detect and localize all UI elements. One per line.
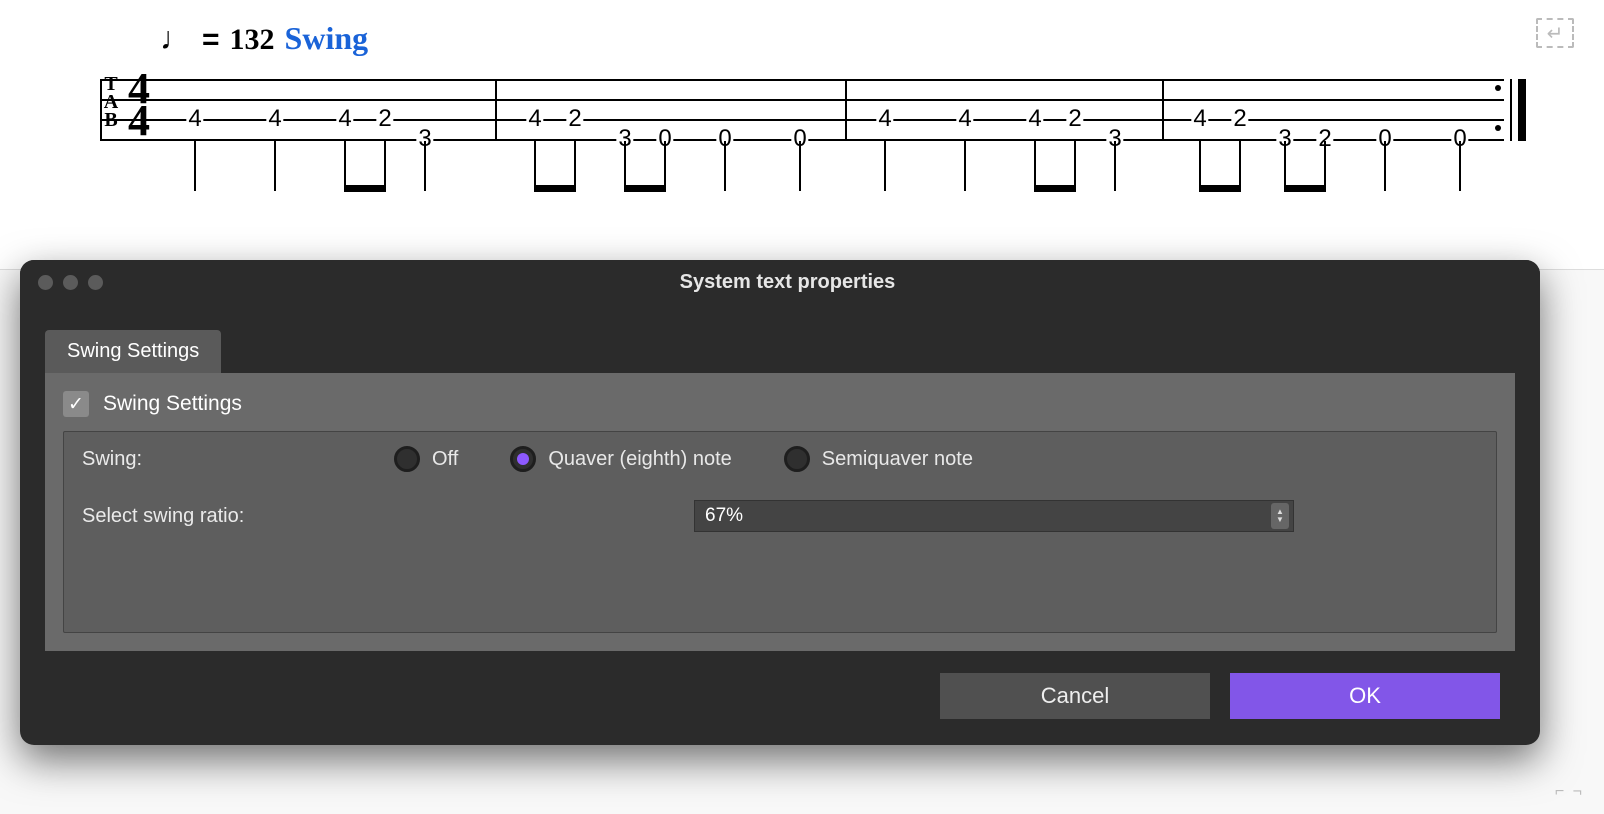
line-break-icon[interactable]: ↵	[1536, 18, 1574, 48]
minimize-icon[interactable]	[63, 275, 78, 290]
note-stem	[424, 141, 426, 191]
beam	[624, 185, 666, 192]
barline	[495, 79, 497, 141]
note-stem	[799, 141, 801, 191]
fret-number[interactable]: 4	[1191, 105, 1208, 133]
note-stem	[534, 141, 536, 191]
swing-ratio-value: 67%	[705, 505, 743, 527]
swing-label: Swing:	[82, 448, 382, 471]
fret-number[interactable]: 2	[376, 105, 393, 133]
swing-settings-group: Swing: Off Quaver (eighth) note Semiquav…	[63, 431, 1497, 633]
barline	[1162, 79, 1164, 141]
fret-number[interactable]: 4	[876, 105, 893, 133]
fret-number[interactable]: 4	[336, 105, 353, 133]
dialog-titlebar[interactable]: System text properties	[20, 260, 1540, 305]
beam	[534, 185, 576, 192]
swing-ratio-combo[interactable]: 67% ▲▼	[694, 500, 1294, 532]
tempo-marking: ♩ = 132 Swing	[160, 20, 1504, 57]
stepper-icon[interactable]: ▲▼	[1271, 503, 1289, 529]
note-stem	[664, 141, 666, 191]
fret-number[interactable]: 4	[266, 105, 283, 133]
note-stem	[1074, 141, 1076, 191]
fret-number[interactable]: 4	[526, 105, 543, 133]
note-stem	[1459, 141, 1461, 191]
note-stem	[964, 141, 966, 191]
dialog-button-row: Cancel OK	[20, 651, 1540, 745]
ok-button[interactable]: OK	[1230, 673, 1500, 719]
radio-semiquaver-label: Semiquaver note	[822, 448, 973, 471]
corner-marks-icon: ⌐ ¬	[1550, 780, 1584, 804]
note-stem	[884, 141, 886, 191]
fret-number[interactable]: 2	[1231, 105, 1248, 133]
tab-staff[interactable]: T A B 4 4 4442342300044423423200	[100, 79, 1504, 219]
zoom-icon[interactable]	[88, 275, 103, 290]
beam	[1199, 185, 1241, 192]
note-stem	[1384, 141, 1386, 191]
tempo-equals: =	[202, 23, 220, 57]
quarter-note-icon: ♩	[160, 27, 192, 49]
note-stem	[274, 141, 276, 191]
radio-quaver[interactable]	[510, 446, 536, 472]
radio-semiquaver[interactable]	[784, 446, 810, 472]
fret-number[interactable]: 4	[186, 105, 203, 133]
fret-number[interactable]: 2	[1066, 105, 1083, 133]
close-icon[interactable]	[38, 275, 53, 290]
tempo-style[interactable]: Swing	[285, 20, 369, 57]
note-stem	[1114, 141, 1116, 191]
end-barline-thin	[1510, 79, 1512, 141]
barline	[100, 79, 102, 141]
radio-off-label: Off	[432, 448, 458, 471]
time-signature: 4 4	[128, 72, 150, 136]
note-stem	[1199, 141, 1201, 191]
window-controls[interactable]	[38, 275, 103, 290]
end-barline-thick	[1518, 79, 1526, 141]
swing-settings-checkbox[interactable]: ✓	[63, 391, 89, 417]
beam	[1034, 185, 1076, 192]
tempo-bpm: 132	[230, 23, 275, 57]
note-stem	[574, 141, 576, 191]
dialog-tabs: Swing Settings	[20, 305, 1540, 373]
note-stem	[344, 141, 346, 191]
beam	[1284, 185, 1326, 192]
fret-number[interactable]: 4	[1026, 105, 1043, 133]
system-text-properties-dialog: System text properties Swing Settings ✓ …	[20, 260, 1540, 745]
dialog-title: System text properties	[123, 271, 1452, 294]
swing-settings-section-label: Swing Settings	[103, 392, 242, 416]
note-stem	[1324, 141, 1326, 191]
barline	[845, 79, 847, 141]
swing-settings-panel: ✓ Swing Settings Swing: Off Quaver (eigh…	[45, 373, 1515, 651]
note-stem	[724, 141, 726, 191]
note-stem	[384, 141, 386, 191]
note-stem	[194, 141, 196, 191]
radio-quaver-label: Quaver (eighth) note	[548, 448, 731, 471]
note-stem	[1034, 141, 1036, 191]
fret-number[interactable]: 4	[956, 105, 973, 133]
tab-swing-settings[interactable]: Swing Settings	[45, 330, 221, 373]
score-area: ♩ = 132 Swing T A B 4 4 4442342300044423…	[0, 0, 1604, 270]
note-stem	[624, 141, 626, 191]
swing-ratio-label: Select swing ratio:	[82, 505, 682, 528]
fret-number[interactable]: 2	[566, 105, 583, 133]
note-stem	[1284, 141, 1286, 191]
beam	[344, 185, 386, 192]
radio-off[interactable]	[394, 446, 420, 472]
cancel-button[interactable]: Cancel	[940, 673, 1210, 719]
note-stem	[1239, 141, 1241, 191]
